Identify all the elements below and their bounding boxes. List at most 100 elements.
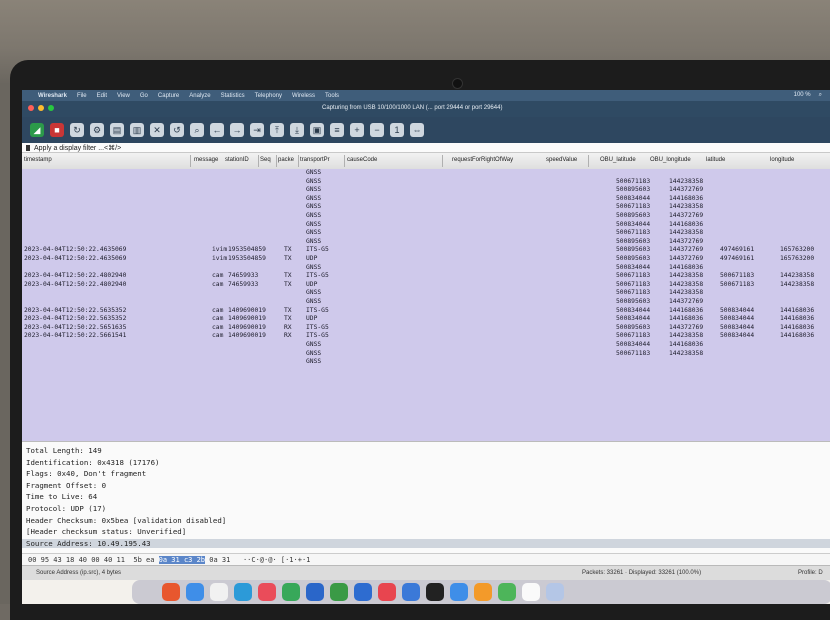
table-row[interactable]: GNSS 500834044 144168036 xyxy=(22,195,830,204)
display-filter-bar[interactable]: Apply a display filter ...<⌘/> xyxy=(22,143,830,153)
dock-app-icon[interactable] xyxy=(474,583,492,601)
menu-file[interactable]: File xyxy=(77,93,87,99)
menu-go[interactable]: Go xyxy=(140,93,148,99)
table-row[interactable]: 2023-04-04T12:50:22.5635352 cam 1409690019… xyxy=(22,307,830,316)
table-row[interactable] xyxy=(22,367,830,376)
go-back-icon[interactable]: ← xyxy=(210,123,224,137)
dock-app-icon[interactable] xyxy=(258,583,276,601)
table-row[interactable]: 2023-04-04T12:50:22.4802940 cam 74659933 TX… xyxy=(22,272,830,281)
table-row[interactable]: GNSS 500671183 144238358 xyxy=(22,229,830,238)
column-header-requestforrightofway[interactable]: requestForRightOfWay xyxy=(452,157,513,163)
detail-line[interactable]: Total Length: 149 xyxy=(26,446,102,455)
column-header-seq[interactable]: Seq xyxy=(260,157,271,163)
table-row[interactable]: GNSS 500895603 144372769 xyxy=(22,238,830,247)
table-row[interactable]: 2023-04-04T12:50:22.4635069 ivim 195350485… xyxy=(22,255,830,264)
dock-app-icon[interactable] xyxy=(306,583,324,601)
column-header-speedvalue[interactable]: speedValue xyxy=(546,157,577,163)
dock-app-icon[interactable] xyxy=(378,583,396,601)
detail-line[interactable]: Source Address: 10.49.195.43 xyxy=(22,538,830,548)
column-header-message[interactable]: message xyxy=(194,157,218,163)
detail-line[interactable]: Time to Live: 64 xyxy=(26,492,97,501)
menu-tools[interactable]: Tools xyxy=(325,93,339,99)
detail-line[interactable]: Header Checksum: 0x5bea [validation disa… xyxy=(26,516,226,525)
capture-options-icon[interactable]: ⚙ xyxy=(90,123,104,137)
zoom-window-button[interactable] xyxy=(48,105,54,111)
table-row[interactable]: GNSS xyxy=(22,169,830,178)
table-row[interactable]: GNSS 500895603 144372769 xyxy=(22,298,830,307)
dock-app-icon[interactable] xyxy=(498,583,516,601)
table-row[interactable]: 2023-04-04T12:50:22.5661541 cam 1409690019… xyxy=(22,332,830,341)
dock-app-icon[interactable] xyxy=(186,583,204,601)
stop-capture-button[interactable]: ■ xyxy=(50,123,64,137)
table-row[interactable]: GNSS 500671183 144238358 xyxy=(22,203,830,212)
detail-line[interactable]: Protocol: UDP (17) xyxy=(26,504,106,513)
autoscroll-icon[interactable]: ▣ xyxy=(310,123,324,137)
detail-line[interactable]: Flags: 0x40, Don't fragment xyxy=(26,469,146,478)
status-profile[interactable]: Profile: D xyxy=(798,570,823,576)
table-row[interactable]: 2023-04-04T12:50:22.4802940 cam 74659933 TX… xyxy=(22,281,830,290)
dock-app-icon[interactable] xyxy=(330,583,348,601)
table-row[interactable]: GNSS 500834044 144168036 xyxy=(22,341,830,350)
table-row[interactable]: 2023-04-04T12:50:22.4635069 ivim 195350485… xyxy=(22,246,830,255)
colorize-icon[interactable]: ≡ xyxy=(330,123,344,137)
go-forward-icon[interactable]: → xyxy=(230,123,244,137)
column-header-obu-latitude[interactable]: OBU_latitude xyxy=(600,157,636,163)
column-header-longitude[interactable]: longitude xyxy=(770,157,794,163)
dock-app-icon[interactable] xyxy=(210,583,228,601)
dock-app-icon[interactable] xyxy=(450,583,468,601)
filter-bookmark-icon[interactable] xyxy=(26,144,30,151)
reload-icon[interactable]: ↺ xyxy=(170,123,184,137)
menu-wireshark[interactable]: Wireshark xyxy=(38,93,67,99)
column-header-timestamp[interactable]: timestamp xyxy=(24,157,52,163)
column-header-packet[interactable]: packe xyxy=(278,157,294,163)
menu-edit[interactable]: Edit xyxy=(97,93,107,99)
search-icon[interactable]: ⌕ xyxy=(819,92,822,99)
menu-statistics[interactable]: Statistics xyxy=(221,93,245,99)
close-window-button[interactable] xyxy=(28,105,34,111)
zoom-in-icon[interactable]: + xyxy=(350,123,364,137)
last-packet-icon[interactable]: ⤓ xyxy=(290,123,304,137)
table-row[interactable]: GNSS 500834044 144168036 xyxy=(22,264,830,273)
menu-telephony[interactable]: Telephony xyxy=(255,93,282,99)
packet-details-pane[interactable]: Total Length: 149 Identification: 0x4318 … xyxy=(22,441,830,554)
open-file-icon[interactable]: ▤ xyxy=(110,123,124,137)
restart-capture-icon[interactable]: ↻ xyxy=(70,123,84,137)
menu-wireless[interactable]: Wireless xyxy=(292,93,315,99)
go-to-packet-icon[interactable]: ⇥ xyxy=(250,123,264,137)
start-capture-button[interactable]: ◢ xyxy=(30,123,44,137)
menu-analyze[interactable]: Analyze xyxy=(189,93,210,99)
column-header-stationid[interactable]: stationID xyxy=(225,157,249,163)
table-row[interactable]: GNSS 500671183 144238358 xyxy=(22,178,830,187)
table-row[interactable]: GNSS 500834044 144168036 xyxy=(22,221,830,230)
dock-app-icon[interactable] xyxy=(282,583,300,601)
find-packet-icon[interactable]: ⌕ xyxy=(190,123,204,137)
column-header-latitude[interactable]: latitude xyxy=(706,157,725,163)
dock-app-icon[interactable] xyxy=(162,583,180,601)
table-row[interactable]: GNSS 500895603 144372769 xyxy=(22,186,830,195)
detail-line[interactable]: Fragment Offset: 0 xyxy=(26,481,106,490)
table-row[interactable]: GNSS 500671183 144238358 xyxy=(22,350,830,359)
column-header-causecode[interactable]: causeCode xyxy=(347,157,377,163)
dock-app-icon[interactable] xyxy=(522,583,540,601)
table-row[interactable]: GNSS 500895603 144372769 xyxy=(22,212,830,221)
menu-capture[interactable]: Capture xyxy=(158,93,179,99)
table-row[interactable]: GNSS xyxy=(22,358,830,367)
packet-list[interactable]: GNSS GNSS 500671183 144238358 GNSS 500895603 1… xyxy=(22,169,830,528)
detail-line[interactable]: Identification: 0x4318 (17176) xyxy=(26,458,160,467)
column-header-obu-longitude[interactable]: OBU_longitude xyxy=(650,157,691,163)
table-row[interactable]: GNSS 500671183 144238358 xyxy=(22,289,830,298)
save-file-icon[interactable]: ▥ xyxy=(130,123,144,137)
packet-bytes-pane[interactable]: 00 95 43 18 40 00 40 11 5b ea 0a 31 c3 2… xyxy=(22,553,830,565)
dock-app-icon[interactable] xyxy=(354,583,372,601)
detail-line[interactable]: [Header checksum status: Unverified] xyxy=(26,527,186,536)
table-row[interactable]: 2023-04-04T12:50:22.5635352 cam 1409690019… xyxy=(22,315,830,324)
dock-app-icon[interactable] xyxy=(426,583,444,601)
column-header-transport[interactable]: transportPr xyxy=(300,157,330,163)
close-file-icon[interactable]: ✕ xyxy=(150,123,164,137)
dock-app-icon[interactable] xyxy=(234,583,252,601)
menu-view[interactable]: View xyxy=(117,93,130,99)
dock-app-icon[interactable] xyxy=(546,583,564,601)
display-filter-input[interactable]: Apply a display filter ...<⌘/> xyxy=(34,144,121,152)
normal-size-icon[interactable]: 1 xyxy=(390,123,404,137)
first-packet-icon[interactable]: ⤒ xyxy=(270,123,284,137)
